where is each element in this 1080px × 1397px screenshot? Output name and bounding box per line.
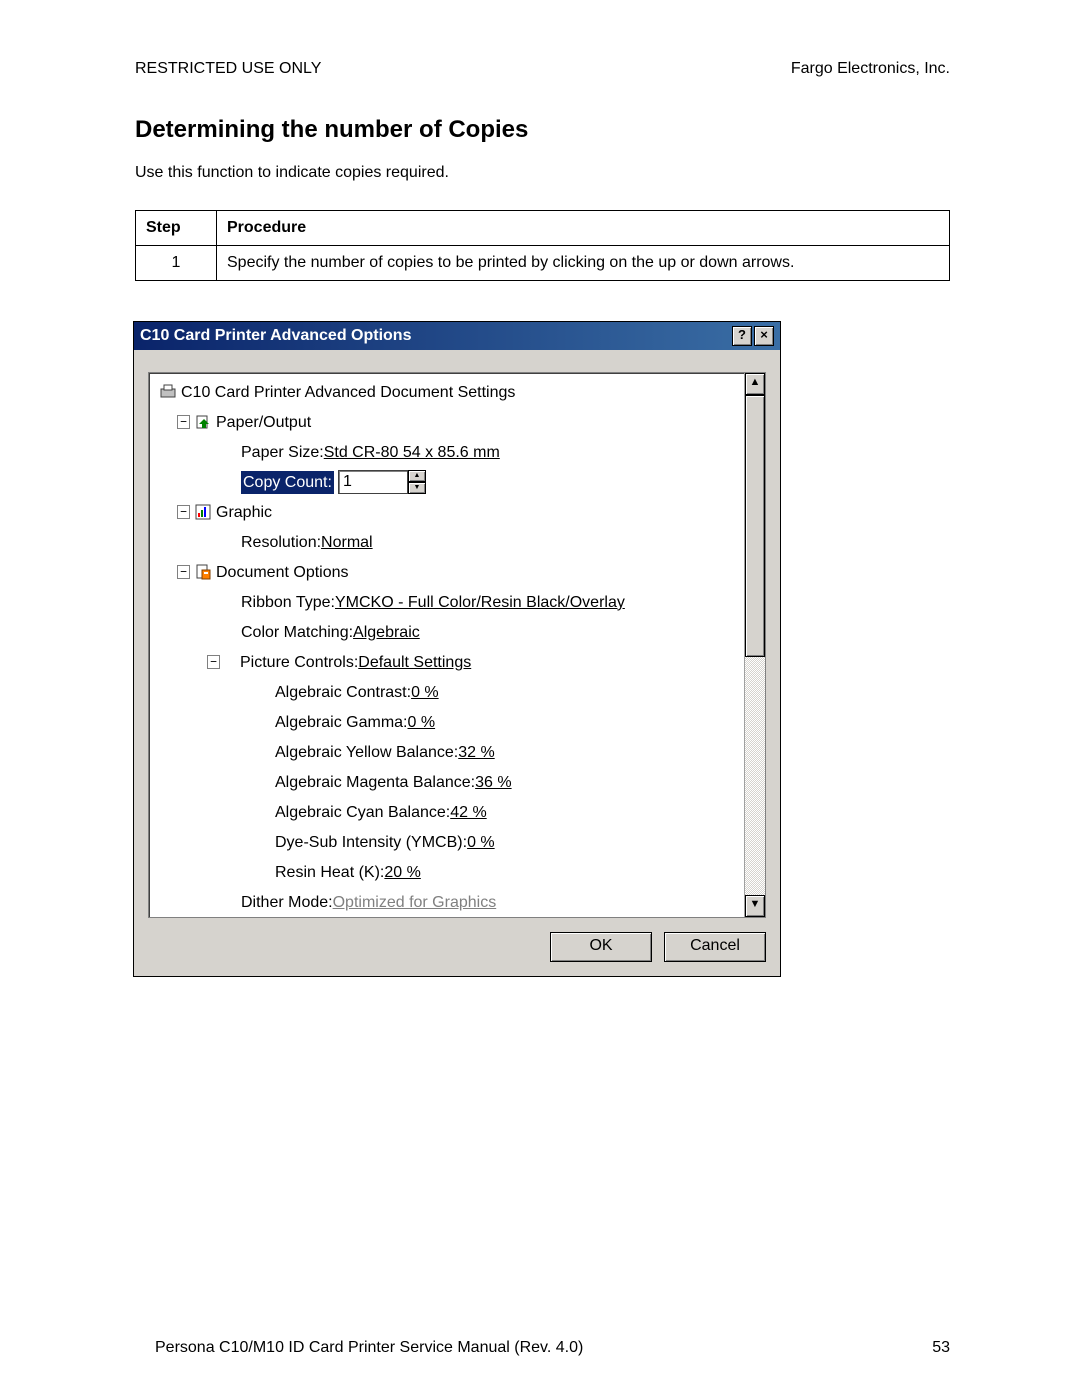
titlebar[interactable]: C10 Card Printer Advanced Options ? ×	[134, 322, 780, 350]
col-procedure: Procedure	[217, 211, 950, 246]
tree-doc-options[interactable]: Document Options	[216, 561, 349, 584]
header-right: Fargo Electronics, Inc.	[791, 60, 950, 78]
cyan-value[interactable]: 42 %	[450, 801, 486, 824]
footer-left: Persona C10/M10 ID Card Printer Service …	[155, 1339, 583, 1357]
tree-paper-output[interactable]: Paper/Output	[216, 411, 311, 434]
copy-count-input[interactable]: 1	[338, 470, 408, 494]
gamma-label[interactable]: Algebraic Gamma:	[275, 711, 408, 734]
dither-label[interactable]: Dither Mode:	[241, 891, 333, 914]
collapse-icon[interactable]: −	[177, 415, 190, 429]
doc-options-icon	[194, 563, 212, 581]
scroll-up-button[interactable]: ▲	[745, 373, 765, 395]
help-button[interactable]: ?	[732, 326, 752, 346]
tree-view[interactable]: C10 Card Printer Advanced Document Setti…	[148, 372, 766, 918]
ok-button[interactable]: OK	[550, 932, 652, 962]
dialog-title: C10 Card Printer Advanced Options	[140, 327, 411, 345]
procedure-table: Step Procedure 1 Specify the number of c…	[135, 210, 950, 281]
paper-output-icon	[194, 413, 212, 431]
table-row: 1 Specify the number of copies to be pri…	[136, 246, 950, 281]
ribbon-label[interactable]: Ribbon Type:	[241, 591, 335, 614]
resin-value[interactable]: 20 %	[384, 861, 420, 884]
spinner-up[interactable]: ▲	[408, 470, 426, 482]
cyan-label[interactable]: Algebraic Cyan Balance:	[275, 801, 450, 824]
collapse-icon[interactable]: −	[177, 505, 190, 519]
step-number: 1	[136, 246, 217, 281]
dyesub-value[interactable]: 0 %	[467, 831, 495, 854]
dyesub-label[interactable]: Dye-Sub Intensity (YMCB):	[275, 831, 467, 854]
picture-controls-value[interactable]: Default Settings	[358, 651, 471, 674]
tree-root[interactable]: C10 Card Printer Advanced Document Setti…	[181, 381, 515, 404]
spinner-down[interactable]: ▼	[408, 482, 426, 494]
header-left: RESTRICTED USE ONLY	[135, 60, 321, 78]
resin-label[interactable]: Resin Heat (K):	[275, 861, 384, 884]
copy-count-label[interactable]: Copy Count:	[241, 471, 334, 494]
step-text: Specify the number of copies to be print…	[217, 246, 950, 281]
close-button[interactable]: ×	[754, 326, 774, 346]
cancel-button[interactable]: Cancel	[664, 932, 766, 962]
printer-icon	[159, 383, 177, 401]
advanced-options-dialog: C10 Card Printer Advanced Options ? × C1…	[133, 321, 781, 977]
section-title: Determining the number of Copies	[135, 116, 950, 144]
dither-value: Optimized for Graphics	[333, 891, 497, 914]
ribbon-value[interactable]: YMCKO - Full Color/Resin Black/Overlay	[335, 591, 625, 614]
resolution-label[interactable]: Resolution:	[241, 531, 321, 554]
gamma-value[interactable]: 0 %	[408, 711, 436, 734]
magenta-value[interactable]: 36 %	[475, 771, 511, 794]
graphic-icon	[194, 503, 212, 521]
picture-controls-label[interactable]: Picture Controls:	[240, 651, 358, 674]
footer-page-number: 53	[932, 1339, 950, 1357]
color-match-value[interactable]: Algebraic	[353, 621, 420, 644]
paper-size-value[interactable]: Std CR-80 54 x 85.6 mm	[324, 441, 500, 464]
scroll-down-button[interactable]: ▼	[745, 895, 765, 917]
intro-text: Use this function to indicate copies req…	[135, 164, 950, 182]
color-match-label[interactable]: Color Matching:	[241, 621, 353, 644]
col-step: Step	[136, 211, 217, 246]
magenta-label[interactable]: Algebraic Magenta Balance:	[275, 771, 475, 794]
contrast-value[interactable]: 0 %	[411, 681, 439, 704]
contrast-label[interactable]: Algebraic Contrast:	[275, 681, 411, 704]
collapse-icon[interactable]: −	[177, 565, 190, 579]
resolution-value[interactable]: Normal	[321, 531, 373, 554]
collapse-icon[interactable]: −	[207, 655, 220, 669]
yellow-value[interactable]: 32 %	[458, 741, 494, 764]
scroll-thumb[interactable]	[745, 395, 765, 657]
paper-size-label[interactable]: Paper Size:	[241, 441, 324, 464]
scrollbar[interactable]: ▲ ▼	[744, 373, 765, 917]
yellow-label[interactable]: Algebraic Yellow Balance:	[275, 741, 458, 764]
tree-graphic[interactable]: Graphic	[216, 501, 272, 524]
